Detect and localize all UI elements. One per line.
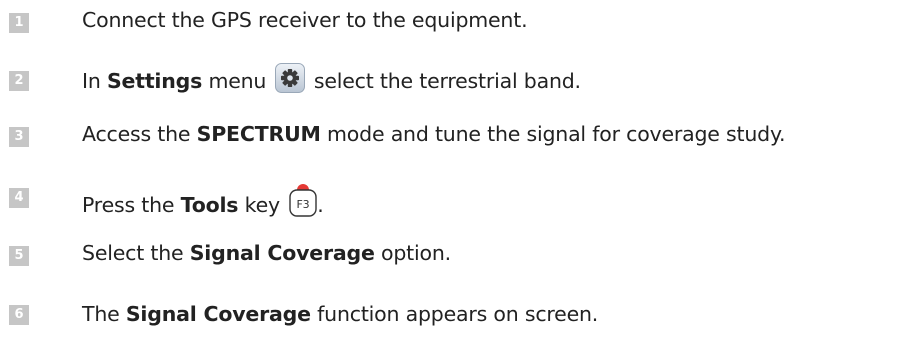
step-number-badge: 6: [9, 305, 29, 325]
step-6: 6 The Signal Coverage function appears o…: [0, 292, 923, 332]
gear-icon: [274, 63, 305, 93]
step-text: The Signal Coverage function appears on …: [82, 299, 598, 329]
step-text-pre: Select the: [82, 241, 190, 265]
step-text: In Settings menu select the terrestrial …: [82, 63, 581, 96]
step-text-mid: menu: [202, 69, 273, 93]
step-text: Connect the GPS receiver to the equipmen…: [82, 5, 528, 35]
spectrum-label: SPECTRUM: [196, 122, 321, 146]
step-number-badge: 1: [9, 13, 29, 33]
step-number-badge: 3: [9, 127, 29, 147]
step-text-pre: The: [82, 302, 126, 326]
step-text: Select the Signal Coverage option.: [82, 238, 451, 268]
signal-coverage-label: Signal Coverage: [125, 302, 311, 326]
step-text-post: select the terrestrial band.: [307, 69, 581, 93]
step-4: 4 Press the Tools key F3 .: [0, 176, 923, 217]
settings-label: Settings: [106, 69, 203, 93]
step-3: 3 Access the SPECTRUM mode and tune the …: [0, 117, 923, 157]
step-text: Access the SPECTRUM mode and tune the si…: [82, 119, 785, 149]
step-text-pre: Press the: [82, 193, 181, 217]
step-number-badge: 5: [9, 246, 29, 266]
step-text: Press the Tools key F3 .: [82, 182, 324, 220]
tools-label: Tools: [180, 193, 239, 217]
step-5: 5 Select the Signal Coverage option.: [0, 236, 923, 276]
step-text-post: function appears on screen.: [310, 302, 599, 326]
signal-coverage-label: Signal Coverage: [189, 241, 375, 265]
step-text-mid: key: [238, 193, 287, 217]
step-text-content: Connect the GPS receiver to the equipmen…: [82, 8, 528, 32]
step-text-pre: Access the: [82, 122, 197, 146]
step-text-pre: In: [82, 69, 107, 93]
f3-key-icon: F3: [289, 182, 317, 218]
instruction-steps: 1 Connect the GPS receiver to the equipm…: [0, 0, 923, 354]
step-text-post: mode and tune the signal for coverage st…: [320, 122, 786, 146]
step-text-post: option.: [374, 241, 451, 265]
step-number-badge: 2: [9, 71, 29, 91]
step-text-post: .: [317, 193, 324, 217]
step-2: 2 In Settings menu select the terrestria…: [0, 59, 923, 99]
step-number-badge: 4: [9, 188, 29, 208]
f3-key-label: F3: [297, 198, 310, 211]
step-1: 1 Connect the GPS receiver to the equipm…: [0, 0, 923, 40]
